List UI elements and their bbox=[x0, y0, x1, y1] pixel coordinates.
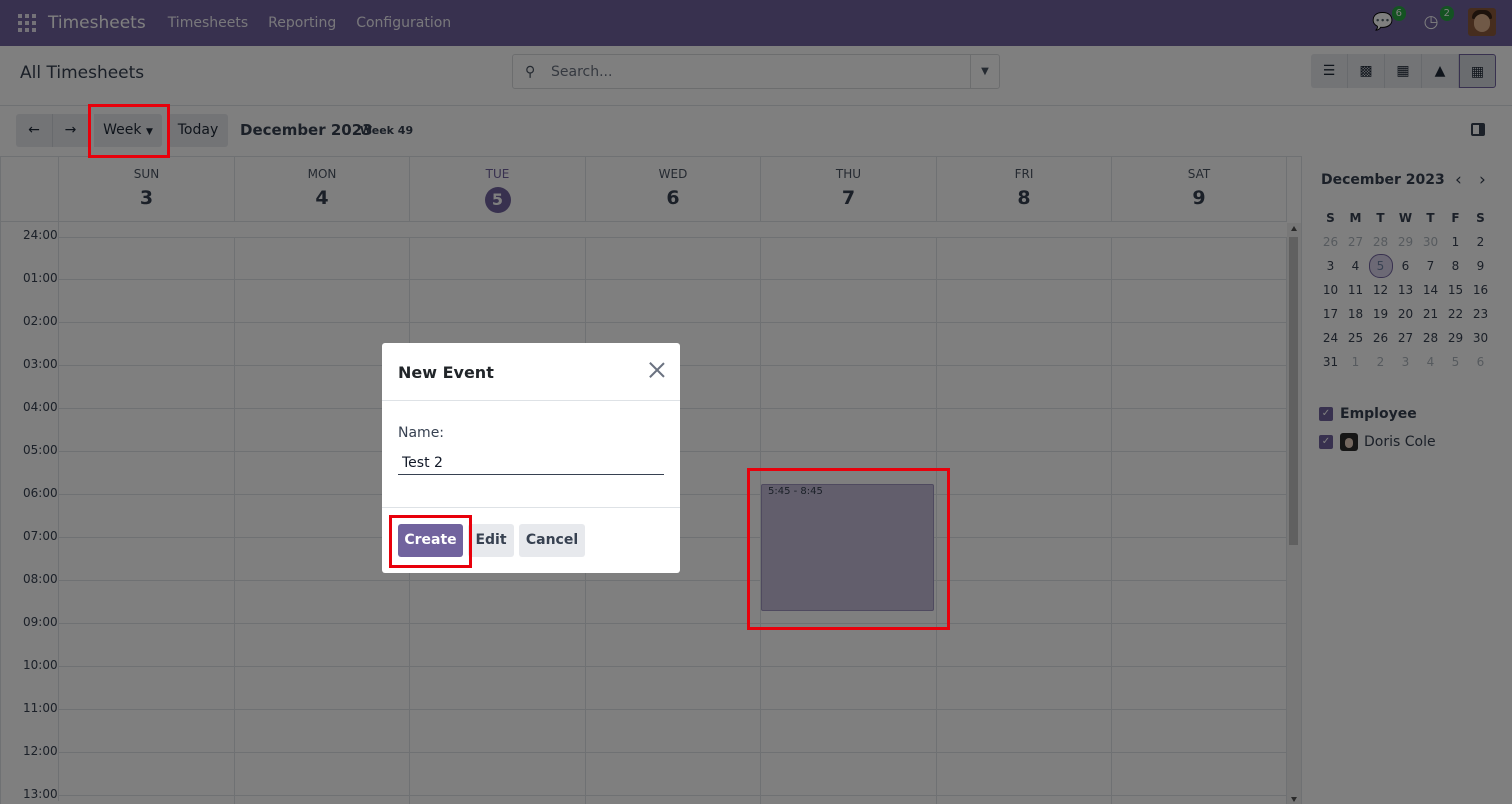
mini-day-selected: 5 bbox=[1376, 259, 1385, 273]
dialog-header: New Event bbox=[382, 343, 680, 401]
highlight-event-block bbox=[747, 468, 950, 630]
modal-backdrop[interactable] bbox=[0, 0, 1512, 804]
name-input[interactable] bbox=[398, 451, 664, 475]
dialog-body: Name: bbox=[382, 401, 680, 508]
highlight-create-button bbox=[389, 515, 472, 568]
highlight-scale-dropdown bbox=[88, 104, 170, 158]
cancel-button[interactable]: Cancel bbox=[519, 524, 585, 557]
close-icon[interactable] bbox=[648, 361, 666, 379]
dialog-title: New Event bbox=[398, 363, 494, 382]
edit-button[interactable]: Edit bbox=[468, 524, 514, 557]
name-label: Name: bbox=[398, 425, 445, 441]
